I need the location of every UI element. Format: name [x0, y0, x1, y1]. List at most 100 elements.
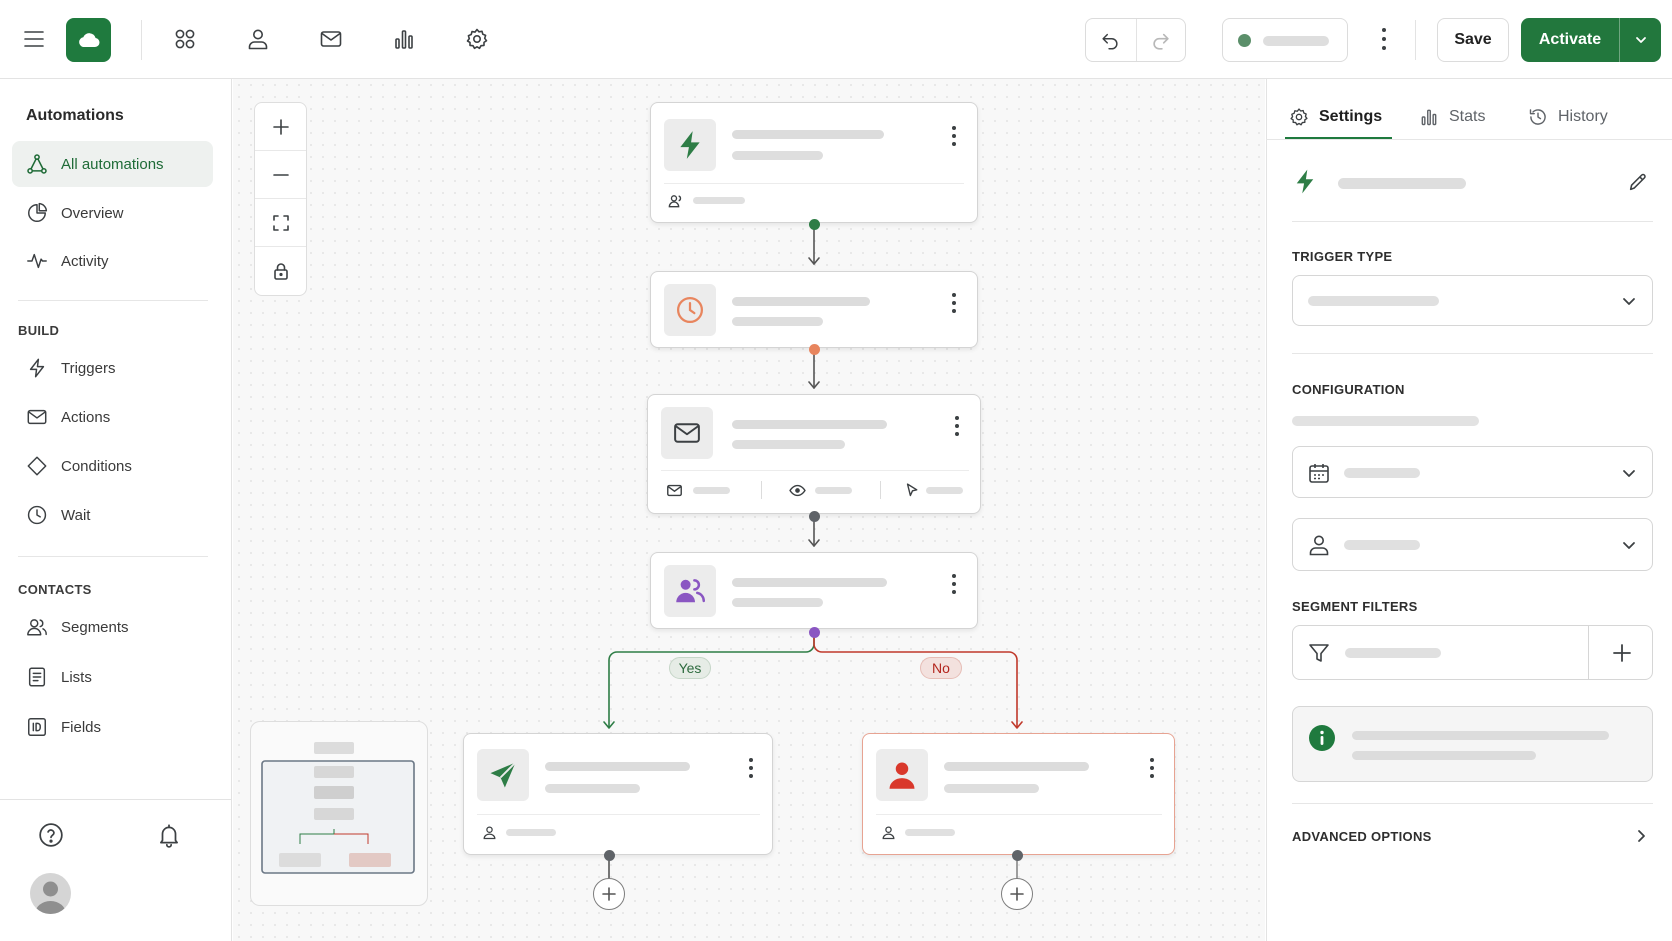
mail-icon: [674, 423, 700, 443]
connector-dot[interactable]: [1012, 850, 1023, 861]
add-step-button[interactable]: [1001, 878, 1033, 910]
tab-label: Stats: [1449, 108, 1486, 125]
minimap-preview: [261, 742, 415, 874]
minimap[interactable]: [250, 721, 428, 906]
title-placeholder: [732, 578, 887, 587]
lightning-icon: [680, 131, 700, 159]
wait-icon-box: [664, 284, 716, 336]
bar-chart-icon: [1418, 106, 1440, 128]
tabs-divider: [1266, 139, 1672, 140]
chevron-down-icon: [1623, 298, 1635, 305]
audience-placeholder: [693, 197, 745, 204]
send-icon-box: [477, 749, 529, 801]
tab-stats[interactable]: Stats: [1418, 102, 1485, 132]
email-icon-box: [661, 407, 713, 459]
title-placeholder: [732, 420, 887, 429]
more-vertical-icon[interactable]: [950, 293, 958, 313]
subtitle-placeholder: [732, 440, 845, 449]
stat-divider: [761, 481, 762, 499]
advanced-options-label: ADVANCED OPTIONS: [1292, 829, 1432, 844]
tab-settings[interactable]: Settings: [1288, 102, 1382, 132]
filter-icon: [1309, 644, 1329, 662]
info-notice: [1292, 706, 1653, 782]
add-step-button[interactable]: [593, 878, 625, 910]
panel-divider: [1292, 803, 1653, 804]
no-branch-node[interactable]: [862, 733, 1175, 855]
add-filter-icon[interactable]: [1611, 642, 1633, 664]
right-panel: [1266, 79, 1672, 941]
date-select[interactable]: [1292, 446, 1653, 498]
connector-dot[interactable]: [809, 511, 820, 522]
eye-icon: [789, 484, 806, 497]
title-placeholder: [732, 297, 870, 306]
select-placeholder: [1344, 468, 1420, 478]
branch-yes-badge[interactable]: Yes: [669, 657, 711, 679]
more-vertical-icon[interactable]: [953, 416, 961, 436]
edit-pencil-icon[interactable]: [1627, 171, 1649, 193]
cursor-icon: [906, 483, 918, 497]
node-divider: [876, 814, 1162, 815]
plus-icon: [602, 887, 616, 901]
select-placeholder: [1308, 296, 1439, 306]
more-vertical-icon[interactable]: [950, 574, 958, 594]
more-vertical-icon[interactable]: [747, 758, 755, 778]
segment-filters-label: SEGMENT FILTERS: [1292, 599, 1418, 614]
calendar-icon: [1309, 464, 1329, 483]
plus-icon: [1010, 887, 1024, 901]
trigger-type-select[interactable]: [1292, 275, 1653, 326]
subtitle-placeholder: [732, 317, 823, 326]
yes-branch-node[interactable]: [463, 733, 773, 855]
connector-dot[interactable]: [809, 627, 820, 638]
node-name-placeholder: [1338, 178, 1466, 189]
tab-label: History: [1558, 108, 1608, 125]
title-placeholder: [944, 762, 1089, 771]
more-vertical-icon[interactable]: [1148, 758, 1156, 778]
connector-dot[interactable]: [604, 850, 615, 861]
user-group-icon: [668, 195, 682, 208]
user-icon: [882, 826, 895, 840]
lightning-icon: [1296, 169, 1314, 194]
connector-dot[interactable]: [809, 219, 820, 230]
opened-placeholder: [815, 487, 852, 494]
panel-divider: [1292, 221, 1653, 222]
trigger-icon-box: [664, 119, 716, 171]
connector-dot[interactable]: [809, 344, 820, 355]
segment-filter-input[interactable]: [1292, 625, 1653, 680]
trigger-node[interactable]: [650, 102, 978, 223]
trigger-type-label: TRIGGER TYPE: [1292, 249, 1393, 264]
segment-condition-node[interactable]: [650, 552, 978, 629]
chevron-down-icon: [1623, 470, 1635, 477]
chevron-right-icon: [1638, 830, 1645, 842]
wait-node[interactable]: [650, 271, 978, 348]
subtitle-placeholder: [732, 151, 823, 160]
info-line-placeholder: [1352, 731, 1609, 740]
info-line-placeholder: [1352, 751, 1536, 760]
user-icon: [1309, 535, 1329, 556]
tab-history[interactable]: History: [1527, 102, 1608, 132]
branch-no-badge[interactable]: No: [920, 657, 962, 679]
user-icon: [483, 826, 496, 840]
title-placeholder: [545, 762, 690, 771]
gear-icon: [1288, 106, 1310, 128]
clicked-placeholder: [926, 487, 963, 494]
select-placeholder: [1344, 540, 1420, 550]
info-icon: [1309, 725, 1335, 751]
sent-placeholder: [693, 487, 730, 494]
chevron-down-icon: [1623, 542, 1635, 549]
advanced-options-row[interactable]: ADVANCED OPTIONS: [1292, 824, 1653, 848]
node-divider: [664, 183, 964, 184]
subtitle-placeholder: [545, 784, 640, 793]
audience-placeholder: [905, 829, 955, 836]
audience-placeholder: [506, 829, 556, 836]
owner-select[interactable]: [1292, 518, 1653, 571]
filter-placeholder: [1345, 648, 1441, 658]
clock-icon: [677, 297, 703, 323]
email-node[interactable]: [647, 394, 981, 514]
tab-label: Settings: [1319, 108, 1383, 125]
configuration-label: CONFIGURATION: [1292, 382, 1405, 397]
subtitle-placeholder: [732, 598, 823, 607]
field-divider: [1588, 626, 1589, 679]
history-icon: [1527, 106, 1549, 128]
segment-icon-box: [664, 565, 716, 617]
more-vertical-icon[interactable]: [950, 126, 958, 146]
